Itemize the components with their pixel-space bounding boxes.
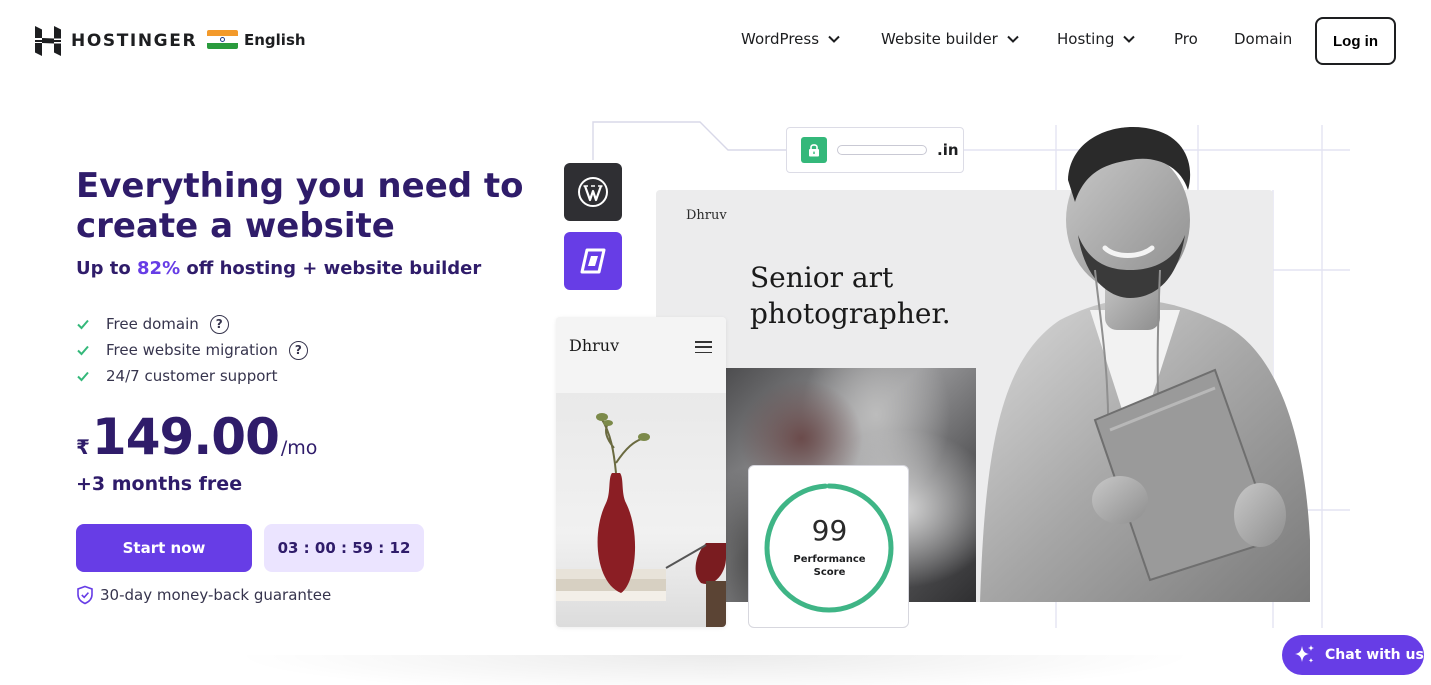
lock-icon <box>801 137 827 163</box>
help-icon[interactable]: ? <box>209 314 229 334</box>
hero-title: Everything you need to create a website <box>76 166 524 246</box>
nav-item-label: Website builder <box>881 30 998 48</box>
performance-score-card: 99 Performance Score <box>748 465 909 628</box>
site-headline: Senior art photographer. <box>750 260 951 332</box>
url-placeholder <box>837 145 927 155</box>
hostinger-logo[interactable]: HOSTINGER <box>35 26 197 56</box>
price-amount: 149.00 <box>91 408 280 466</box>
headline-line: photographer. <box>750 297 951 330</box>
nav-item-label: Pro <box>1174 30 1198 48</box>
feature-item: Free domain ? <box>76 311 308 337</box>
help-icon[interactable]: ? <box>288 340 308 360</box>
chevron-down-icon <box>1007 35 1019 43</box>
language-label: English <box>244 30 306 49</box>
mobile-header: Dhruv <box>556 317 726 393</box>
nav-item-website-builder[interactable]: Website builder <box>881 30 1020 48</box>
perf-label-line: Performance <box>793 554 866 565</box>
guarantee-label: 30-day money-back guarantee <box>100 586 332 604</box>
check-icon <box>77 371 89 382</box>
subtitle-prefix: Up to <box>76 258 138 279</box>
subtitle-suffix: off hosting + website builder <box>180 258 482 279</box>
vase-still-life-image <box>556 393 726 627</box>
site-brand: Dhruv <box>686 208 727 223</box>
feature-label: Free website migration <box>106 341 278 359</box>
wordpress-tile <box>564 163 622 221</box>
countdown-timer: 03 : 00 : 59 : 12 <box>264 524 424 572</box>
photographer-portrait-image <box>980 127 1310 602</box>
feature-list: Free domain ? Free website migration ? 2… <box>76 311 308 389</box>
language-selector[interactable]: English <box>207 30 306 49</box>
nav-item-wordpress[interactable]: WordPress <box>741 30 841 48</box>
brand-name: HOSTINGER <box>71 31 198 51</box>
headline-line: Senior art <box>750 261 894 294</box>
india-flag-icon <box>207 30 238 49</box>
bonus-offer: +3 months free <box>76 473 243 495</box>
top-navigation: HOSTINGER English WordPress Website buil… <box>0 0 1431 82</box>
feature-label: 24/7 customer support <box>106 367 278 385</box>
login-button[interactable]: Log in <box>1315 17 1396 65</box>
hamburger-menu-icon <box>695 341 712 353</box>
feature-item: 24/7 customer support <box>76 363 308 389</box>
chevron-down-icon <box>828 35 840 43</box>
price-period: /mo <box>280 437 318 459</box>
chat-with-us-button[interactable]: Chat with us <box>1282 635 1424 675</box>
nav-item-label: WordPress <box>741 30 820 48</box>
chat-label: Chat with us <box>1325 647 1424 663</box>
performance-ring <box>764 483 894 613</box>
sparkle-icon <box>1295 645 1314 663</box>
feature-label: Free domain <box>106 315 199 333</box>
check-icon <box>77 319 89 330</box>
shield-check-icon <box>77 585 93 605</box>
nav-item-label: Domain <box>1234 30 1293 48</box>
money-back-guarantee: 30-day money-back guarantee <box>76 585 331 605</box>
check-icon <box>77 345 89 356</box>
hero-subtitle: Up to 82% off hosting + website builder <box>76 258 481 279</box>
nav-item-domain[interactable]: Domain <box>1234 30 1292 48</box>
website-builder-tile <box>564 232 622 290</box>
price-currency: ₹ <box>76 435 90 459</box>
feature-item: Free website migration ? <box>76 337 308 363</box>
nav-item-label: Hosting <box>1057 30 1115 48</box>
hostinger-logo-icon <box>35 26 61 56</box>
domain-address-bar: .in <box>786 127 964 173</box>
start-now-button[interactable]: Start now <box>76 524 252 572</box>
website-builder-icon <box>580 248 606 274</box>
domain-tld: .in <box>937 141 959 159</box>
price-display: ₹ 149.00 /mo <box>76 408 317 466</box>
section-divider-shadow <box>230 655 1200 685</box>
performance-score-label: Performance Score <box>749 553 910 579</box>
perf-label-line: Score <box>813 567 846 578</box>
wordpress-icon <box>578 177 608 207</box>
performance-score-value: 99 <box>811 514 848 547</box>
nav-item-pro[interactable]: Pro <box>1174 30 1198 48</box>
nav-item-hosting[interactable]: Hosting <box>1057 30 1136 48</box>
discount-percent: 82% <box>137 258 181 279</box>
website-preview-mobile: Dhruv <box>556 317 726 627</box>
chevron-down-icon <box>1123 35 1136 43</box>
mobile-brand: Dhruv <box>569 336 620 355</box>
